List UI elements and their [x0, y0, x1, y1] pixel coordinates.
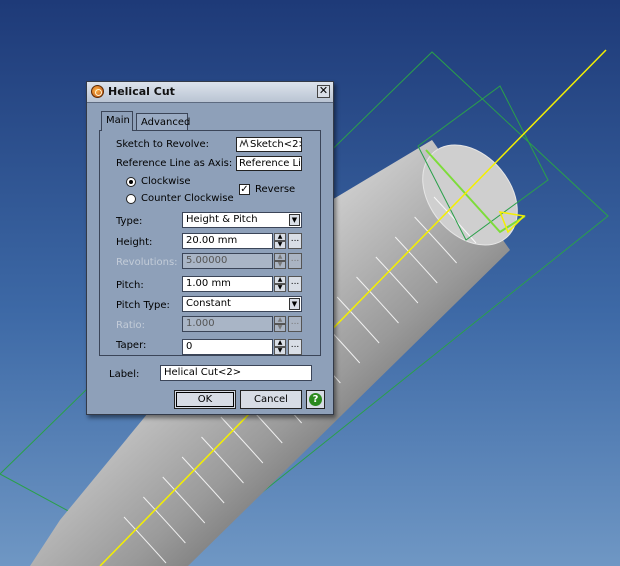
pitch-spin-down-icon[interactable]: ▼: [274, 284, 286, 292]
ratio-input: 1.000: [182, 316, 273, 332]
reference-line-field[interactable]: Reference Line: [236, 156, 302, 171]
type-label: Type:: [116, 216, 143, 227]
dialog-title: Helical Cut: [108, 85, 175, 98]
helical-cut-dialog: Helical Cut ✕ Main Advanced Sketch to Re…: [86, 81, 334, 415]
type-select[interactable]: Height & Pitch ▼: [182, 212, 302, 228]
sketch-to-revolve-value: Sketch<2>: [250, 139, 302, 150]
taper-input[interactable]: 0: [182, 339, 273, 355]
taper-label: Taper:: [116, 340, 147, 351]
app-logo-icon: [91, 85, 104, 98]
revolutions-input: 5.00000: [182, 253, 273, 269]
type-dropdown-arrow-icon[interactable]: ▼: [289, 214, 300, 226]
type-value: Height & Pitch: [186, 214, 258, 225]
clockwise-label: Clockwise: [141, 176, 191, 187]
tab-advanced[interactable]: Advanced: [136, 113, 190, 131]
height-spinner[interactable]: ▲ ▼: [274, 233, 286, 249]
taper-spinner[interactable]: ▲ ▼: [274, 339, 286, 355]
pitch-input[interactable]: 1.00 mm: [182, 276, 273, 292]
counter-clockwise-label: Counter Clockwise: [141, 193, 234, 204]
taper-spin-down-icon[interactable]: ▼: [274, 347, 286, 355]
reference-line-value: Reference Line: [239, 158, 301, 169]
reverse-checkbox[interactable]: ✓: [239, 184, 250, 195]
help-icon: ?: [309, 393, 322, 406]
ok-button[interactable]: OK: [174, 390, 236, 409]
ratio-spin-down-icon: ▼: [274, 324, 286, 332]
reference-line-label: Reference Line as Axis:: [116, 158, 233, 169]
revolutions-spin-down-icon: ▼: [274, 261, 286, 269]
ratio-more-button: ...: [288, 316, 302, 332]
revolutions-more-button: ...: [288, 253, 302, 269]
cancel-button[interactable]: Cancel: [240, 390, 302, 409]
ratio-label: Ratio:: [116, 320, 146, 331]
height-label: Height:: [116, 237, 153, 248]
pitch-spinner[interactable]: ▲ ▼: [274, 276, 286, 292]
feature-label-input[interactable]: Helical Cut<2>: [160, 365, 312, 381]
pitch-type-value: Constant: [186, 298, 231, 309]
sketch-icon: [239, 139, 249, 148]
height-input[interactable]: 20.00 mm: [182, 233, 273, 249]
feature-label-label: Label:: [109, 369, 140, 380]
height-spin-up-icon[interactable]: ▲: [274, 233, 286, 241]
pitch-label: Pitch:: [116, 280, 144, 291]
pitch-more-button[interactable]: ...: [288, 276, 302, 292]
ratio-spinner: ▲ ▼: [274, 316, 286, 332]
sketch-to-revolve-label: Sketch to Revolve:: [116, 139, 209, 150]
taper-spin-up-icon[interactable]: ▲: [274, 339, 286, 347]
clockwise-radio[interactable]: [126, 177, 136, 187]
counter-clockwise-radio[interactable]: [126, 194, 136, 204]
dialog-titlebar[interactable]: Helical Cut ✕: [87, 82, 333, 103]
height-more-button[interactable]: ...: [288, 233, 302, 249]
height-spin-down-icon[interactable]: ▼: [274, 241, 286, 249]
help-button[interactable]: ?: [306, 390, 325, 409]
pitch-spin-up-icon[interactable]: ▲: [274, 276, 286, 284]
sketch-to-revolve-field[interactable]: Sketch<2>: [236, 137, 302, 152]
close-button[interactable]: ✕: [317, 85, 330, 98]
pitch-type-select[interactable]: Constant ▼: [182, 296, 302, 312]
pitch-type-label: Pitch Type:: [116, 300, 170, 311]
revolutions-label: Revolutions:: [116, 257, 178, 268]
ratio-spin-up-icon: ▲: [274, 316, 286, 324]
revolutions-spin-up-icon: ▲: [274, 253, 286, 261]
taper-more-button[interactable]: ...: [288, 339, 302, 355]
pitch-type-dropdown-arrow-icon[interactable]: ▼: [289, 298, 300, 310]
revolutions-spinner: ▲ ▼: [274, 253, 286, 269]
reverse-label: Reverse: [255, 184, 296, 195]
tab-main[interactable]: Main: [101, 111, 133, 131]
